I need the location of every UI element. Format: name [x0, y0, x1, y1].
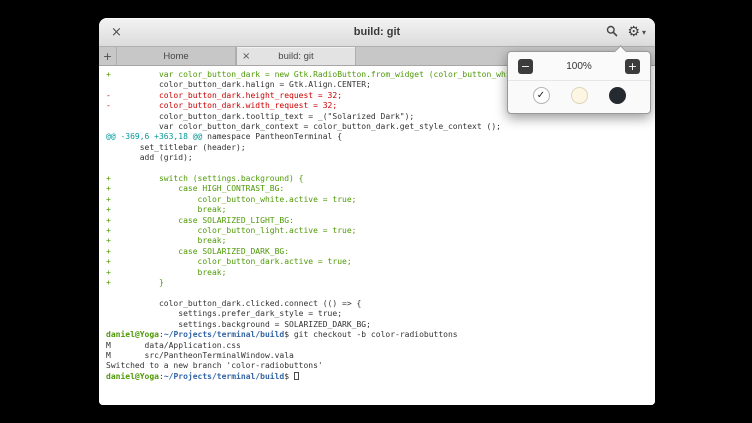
theme-swatch-high-contrast[interactable]: ✓: [533, 87, 550, 104]
terminal-line: M src/PantheonTerminalWindow.vala: [106, 351, 655, 361]
tab-build-git[interactable]: × build: git: [236, 47, 356, 65]
terminal-line: var color_button_dark_context = color_bu…: [106, 122, 655, 132]
theme-swatch-solarized-light[interactable]: [571, 87, 588, 104]
chevron-down-icon: ▾: [642, 28, 646, 37]
window-title: build: git: [99, 26, 655, 38]
settings-menu-button[interactable]: ⚙ ▾: [627, 25, 646, 39]
terminal-line: Switched to a new branch 'color-radiobut…: [106, 361, 655, 371]
new-tab-button[interactable]: +: [99, 47, 116, 65]
terminal-line: + break;: [106, 205, 655, 215]
terminal-line: + color_button_white.active = true;: [106, 195, 655, 205]
terminal-line: settings.background = SOLARIZED_DARK_BG;: [106, 320, 655, 330]
terminal-line: + case HIGH_CONTRAST_BG:: [106, 184, 655, 194]
terminal-line: [106, 289, 655, 299]
terminal-line: + color_button_dark.active = true;: [106, 257, 655, 267]
terminal-line: + break;: [106, 236, 655, 246]
terminal-line: + break;: [106, 268, 655, 278]
header-actions: ⚙ ▾: [606, 25, 646, 40]
tab-home-label: Home: [163, 51, 188, 62]
terminal-line: daniel@Yoga:~/Projects/terminal/build$ g…: [106, 330, 655, 340]
zoom-out-button[interactable]: −: [518, 59, 533, 74]
tab-home[interactable]: Home: [116, 47, 236, 65]
window-close-button[interactable]: ×: [108, 24, 125, 41]
terminal-line: set_titlebar (header);: [106, 143, 655, 153]
terminal-line: + case SOLARIZED_DARK_BG:: [106, 247, 655, 257]
terminal-line: [106, 164, 655, 174]
search-icon: [606, 25, 618, 40]
zoom-level: 100%: [566, 61, 592, 72]
terminal-line: + switch (settings.background) {: [106, 174, 655, 184]
tab-close-icon[interactable]: ×: [240, 47, 252, 65]
zoom-in-button[interactable]: +: [625, 59, 640, 74]
zoom-controls: − 100% +: [508, 52, 650, 80]
terminal-line: add (grid);: [106, 153, 655, 163]
header-bar: × build: git ⚙ ▾: [99, 18, 655, 47]
terminal-line: settings.prefer_dark_style = true;: [106, 309, 655, 319]
terminal-cursor: [294, 372, 299, 380]
settings-popover: − 100% + ✓: [507, 51, 651, 114]
tab-build-git-label: build: git: [278, 51, 313, 62]
theme-swatches: ✓: [508, 80, 650, 113]
terminal-line: + }: [106, 278, 655, 288]
terminal-line: + case SOLARIZED_LIGHT_BG:: [106, 216, 655, 226]
terminal-line: @@ -369,6 +363,18 @@ namespace PantheonT…: [106, 132, 655, 142]
terminal-line: daniel@Yoga:~/Projects/terminal/build$: [106, 372, 655, 382]
search-button[interactable]: [606, 25, 618, 40]
terminal-output[interactable]: + var color_button_dark = new Gtk.RadioB…: [99, 67, 655, 405]
terminal-line: color_button_dark.clicked.connect (() =>…: [106, 299, 655, 309]
gear-icon: ⚙: [627, 25, 640, 39]
terminal-line: + color_button_light.active = true;: [106, 226, 655, 236]
theme-swatch-solarized-dark[interactable]: [609, 87, 626, 104]
terminal-line: M data/Application.css: [106, 341, 655, 351]
